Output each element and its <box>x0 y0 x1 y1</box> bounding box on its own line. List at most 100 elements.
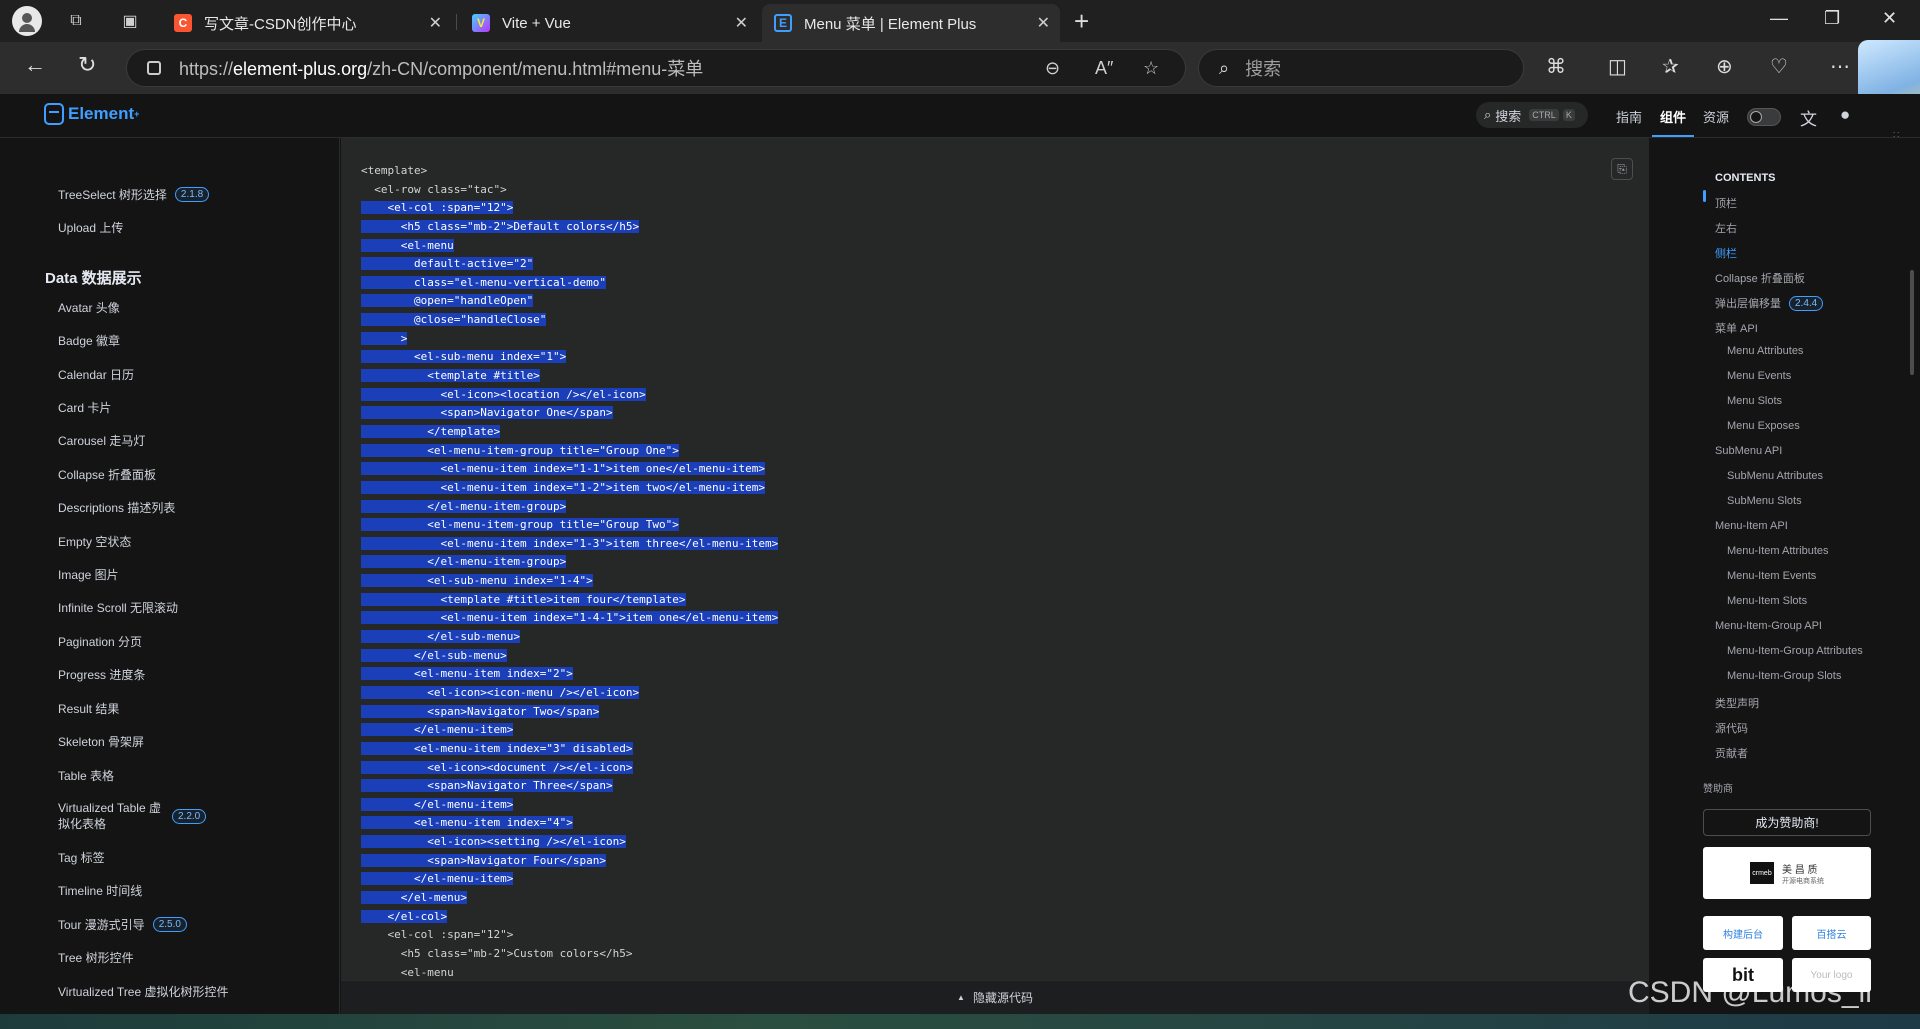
nav-guide[interactable]: 指南 <box>1616 107 1642 126</box>
favorite-star-icon[interactable]: ☆ <box>1143 58 1159 79</box>
read-aloud-icon[interactable]: A″ <box>1095 58 1113 79</box>
restore-icon[interactable]: ❐ <box>1824 8 1840 29</box>
tab-vite-vue[interactable]: V Vite + Vue ✕ <box>460 4 758 42</box>
sidebar-item-timeline[interactable]: Timeline 时间线 <box>58 882 142 899</box>
code-block[interactable]: <template> <el-row class="tac"> <el-col … <box>361 162 779 980</box>
minimize-icon[interactable]: — <box>1770 8 1788 29</box>
toc-item[interactable]: Menu Events <box>1727 370 1791 382</box>
toc-item[interactable]: Menu-Item-Group Slots <box>1727 670 1841 682</box>
split-screen-icon[interactable]: ◫ <box>1608 54 1627 79</box>
code-line: <template #title> <box>361 367 778 386</box>
sidebar-item-virtualized-table[interactable]: Virtualized Table 虚拟化表格 2.2.0 <box>58 800 207 832</box>
sidebar-item-empty[interactable]: Empty 空状态 <box>58 533 131 550</box>
collections-icon[interactable]: ⊕ <box>1716 54 1733 79</box>
toc-active-marker <box>1703 190 1706 202</box>
toc-item[interactable]: Collapse 折叠面板 <box>1715 270 1805 286</box>
sidebar-item-tree[interactable]: Tree 树形控件 <box>58 949 134 966</box>
sidebar-item-virtualized-tree[interactable]: Virtualized Tree 虚拟化树形控件 <box>58 983 229 1000</box>
close-icon[interactable]: ✕ <box>1037 13 1050 33</box>
sidebar-item-skeleton[interactable]: Skeleton 骨架屏 <box>58 733 144 750</box>
sidebar-item-infinite-scroll[interactable]: Infinite Scroll 无限滚动 <box>58 599 178 616</box>
code-text: <el-menu-item-group title="Group Two"> <box>361 518 679 532</box>
sidebar-item-treeselect[interactable]: TreeSelect 树形选择 2.1.8 <box>58 186 210 203</box>
toc-item[interactable]: Menu-Item-Group Attributes <box>1727 645 1863 657</box>
toc-item[interactable]: Menu-Item Attributes <box>1727 545 1829 557</box>
health-icon[interactable]: ♡ <box>1770 54 1788 79</box>
extensions-icon[interactable]: ⌘ <box>1546 54 1566 79</box>
dark-mode-toggle[interactable] <box>1747 108 1781 126</box>
sponsor-card[interactable]: crmeb 美 昌 质开源电商系统 <box>1703 847 1871 899</box>
toc-item[interactable]: Menu Attributes <box>1727 345 1803 357</box>
sidebar-item-carousel[interactable]: Carousel 走马灯 <box>58 432 145 449</box>
sponsor-card[interactable]: 构建后台 <box>1703 916 1783 950</box>
translate-icon[interactable]: 文 <box>1800 105 1817 130</box>
sidebar-item-pagination[interactable]: Pagination 分页 <box>58 633 142 650</box>
window-close-icon[interactable]: ✕ <box>1882 8 1897 29</box>
doc-search-button[interactable]: ⌕ 搜索 CTRL K <box>1476 102 1588 128</box>
toc-item[interactable]: SubMenu Attributes <box>1727 470 1823 482</box>
sidebar-item-table[interactable]: Table 表格 <box>58 767 114 784</box>
toc-item[interactable]: 侧栏 <box>1715 245 1737 261</box>
toc-item[interactable]: Menu-Item Slots <box>1727 595 1807 607</box>
code-line: <el-menu-item index="2"> <box>361 665 778 684</box>
toc-item-label: 左右 <box>1715 223 1737 235</box>
close-icon[interactable]: ✕ <box>735 13 748 33</box>
profile-avatar-icon[interactable] <box>12 6 42 36</box>
sidebar-item-image[interactable]: Image 图片 <box>58 566 119 583</box>
github-icon[interactable]: ● <box>1840 105 1850 125</box>
toc-item[interactable]: 左右 <box>1715 220 1737 236</box>
sidebar-item-upload[interactable]: Upload 上传 <box>58 219 123 236</box>
favorites-icon[interactable]: ✰ <box>1662 54 1679 79</box>
toc-item[interactable]: 顶栏 <box>1715 195 1737 211</box>
sidebar-item-collapse[interactable]: Collapse 折叠面板 <box>58 466 156 483</box>
back-icon[interactable]: ← <box>24 52 46 78</box>
sidebar-item-progress[interactable]: Progress 进度条 <box>58 666 145 683</box>
tab-csdn[interactable]: C 写文章-CSDN创作中心 ✕ <box>162 4 452 42</box>
toc-item[interactable]: 贡献者 <box>1715 745 1748 761</box>
code-line: </el-menu-item> <box>361 796 778 815</box>
code-text: </el-menu-item> <box>361 797 514 811</box>
tab-element-plus[interactable]: E Menu 菜单 | Element Plus ✕ <box>762 4 1060 42</box>
toc-item[interactable]: 菜单 API <box>1715 320 1758 336</box>
page-scrollbar[interactable] <box>1910 270 1914 375</box>
sidebar-item-calendar[interactable]: Calendar 日历 <box>58 366 134 383</box>
toc-item[interactable]: 弹出层偏移量 2.4.4 <box>1715 295 1824 311</box>
toc-item[interactable]: Menu-Item Events <box>1727 570 1816 582</box>
sidebar-item-descriptions[interactable]: Descriptions 描述列表 <box>58 499 175 516</box>
sponsor-card[interactable]: 百搭云 <box>1792 916 1871 950</box>
element-logo[interactable]: Element + <box>44 103 139 125</box>
refresh-icon[interactable]: ↻ <box>78 52 96 78</box>
nav-resource[interactable]: 资源 <box>1703 107 1729 126</box>
sidebar-item-tag[interactable]: Tag 标签 <box>58 849 105 866</box>
sidebar-item-card[interactable]: Card 卡片 <box>58 399 111 416</box>
toc-item[interactable]: Menu-Item API <box>1715 520 1788 532</box>
copy-code-icon[interactable]: ⎘ <box>1611 158 1633 180</box>
toc-item[interactable]: Menu Exposes <box>1727 420 1800 432</box>
code-example-panel[interactable]: ⎘ <template> <el-row class="tac"> <el-co… <box>341 138 1649 980</box>
toc-item[interactable]: 类型声明 <box>1715 695 1759 711</box>
sidebar-item-result[interactable]: Result 结果 <box>58 700 119 717</box>
toc-item[interactable]: Menu Slots <box>1727 395 1782 407</box>
sidebar-item-avatar[interactable]: Avatar 头像 <box>58 299 120 316</box>
toc-item[interactable]: SubMenu API <box>1715 445 1782 457</box>
sidebar-item-badge[interactable]: Badge 徽章 <box>58 332 120 349</box>
toc-item[interactable]: 源代码 <box>1715 720 1748 736</box>
nav-component[interactable]: 组件 <box>1651 107 1695 137</box>
code-line: <el-sub-menu index="1"> <box>361 348 778 367</box>
close-icon[interactable]: ✕ <box>429 13 442 33</box>
sidebar-item-tour[interactable]: Tour 漫游式引导 2.5.0 <box>58 916 187 933</box>
become-sponsor-button[interactable]: 成为赞助商! <box>1703 809 1871 836</box>
browser-search-input[interactable]: ⌕ 搜索 <box>1198 49 1524 87</box>
workspaces-icon[interactable]: ⧉ <box>60 5 92 37</box>
kbd-k: K <box>1562 109 1575 121</box>
hide-source-button[interactable]: ▲ 隐藏源代码 <box>341 980 1649 1014</box>
toc-item[interactable]: Menu-Item-Group API <box>1715 620 1822 632</box>
code-line: <el-menu <box>361 237 778 256</box>
url-input[interactable]: https://element-plus.org/zh-CN/component… <box>126 49 1186 87</box>
tab-actions-icon[interactable]: ▣ <box>114 5 146 37</box>
more-icon[interactable]: ⋯ <box>1830 54 1850 79</box>
new-tab-button[interactable]: + <box>1074 6 1089 37</box>
sidebar-item-label: Empty 空状态 <box>58 535 132 549</box>
toc-item[interactable]: SubMenu Slots <box>1727 495 1802 507</box>
zoom-icon[interactable]: ⊖ <box>1045 58 1060 79</box>
